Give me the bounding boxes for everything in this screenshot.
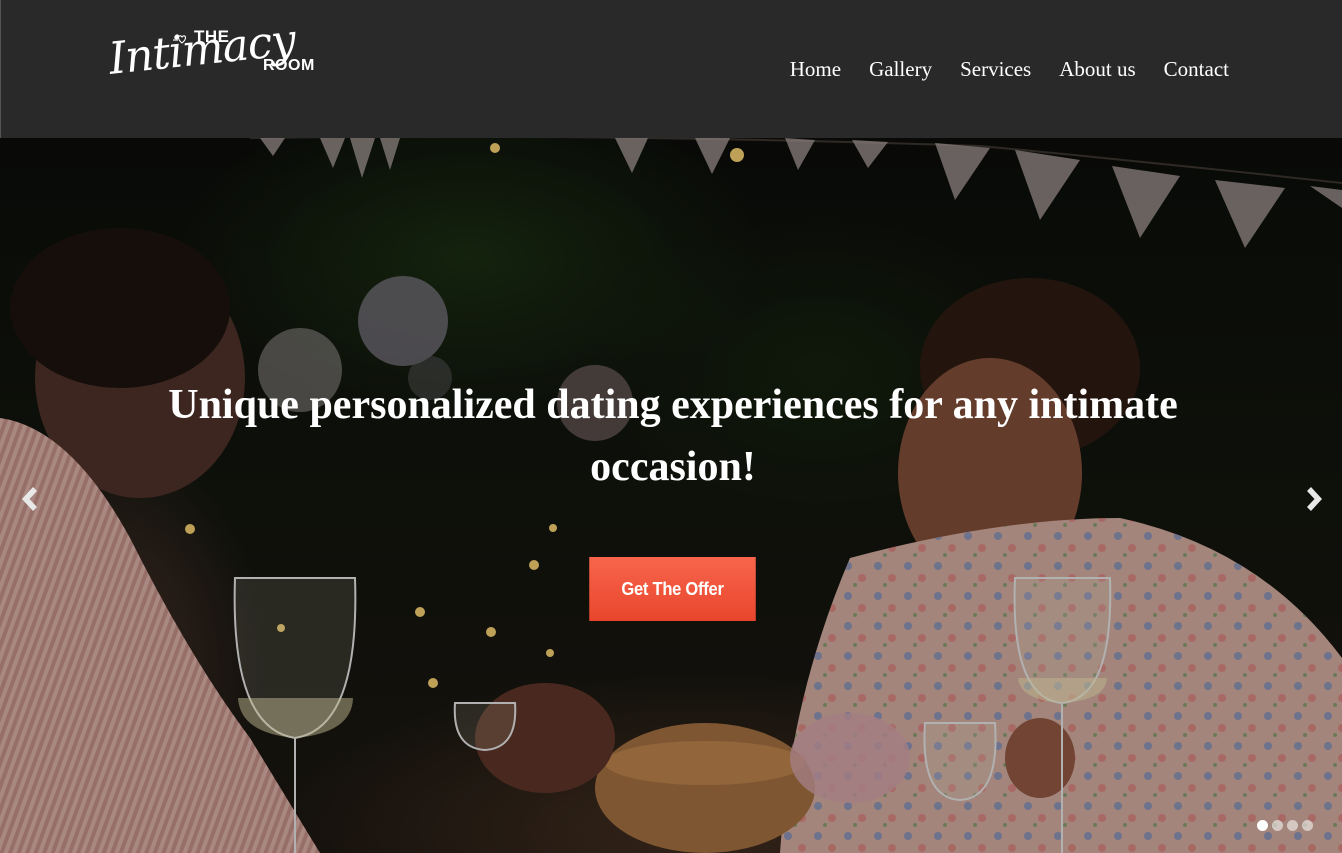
slider-next-button[interactable]: [1299, 481, 1331, 517]
heart-icon: [173, 35, 187, 44]
hero-slider: Unique personalized dating experiences f…: [0, 138, 1342, 853]
site-logo[interactable]: Intimacy THE ROOM: [106, 15, 331, 116]
chevron-left-icon: [22, 487, 37, 511]
nav-about-us[interactable]: About us: [1059, 55, 1135, 83]
nav-contact[interactable]: Contact: [1164, 55, 1229, 83]
nav-services[interactable]: Services: [960, 55, 1031, 83]
main-nav: Home Gallery Services About us Contact: [790, 55, 1229, 83]
page: Intimacy THE ROOM Home Gallery Services …: [0, 0, 1342, 853]
logo-room-text: ROOM: [263, 57, 315, 74]
slider-pagination: [1257, 820, 1313, 831]
slider-dot-4[interactable]: [1302, 820, 1313, 831]
logo-script-text: Intimacy: [106, 14, 298, 85]
nav-home[interactable]: Home: [790, 55, 841, 83]
get-offer-button[interactable]: Get The Offer: [589, 557, 756, 621]
chevron-right-icon: [1307, 487, 1322, 511]
slider-prev-button[interactable]: [13, 481, 45, 517]
slider-dot-3[interactable]: [1287, 820, 1298, 831]
hero-title: Unique personalized dating experiences f…: [168, 382, 1178, 490]
site-header: Intimacy THE ROOM Home Gallery Services …: [0, 0, 1342, 138]
slider-dot-1[interactable]: [1257, 820, 1268, 831]
slider-dot-2[interactable]: [1272, 820, 1283, 831]
logo-the-text: THE: [194, 27, 230, 46]
nav-gallery[interactable]: Gallery: [869, 55, 932, 83]
